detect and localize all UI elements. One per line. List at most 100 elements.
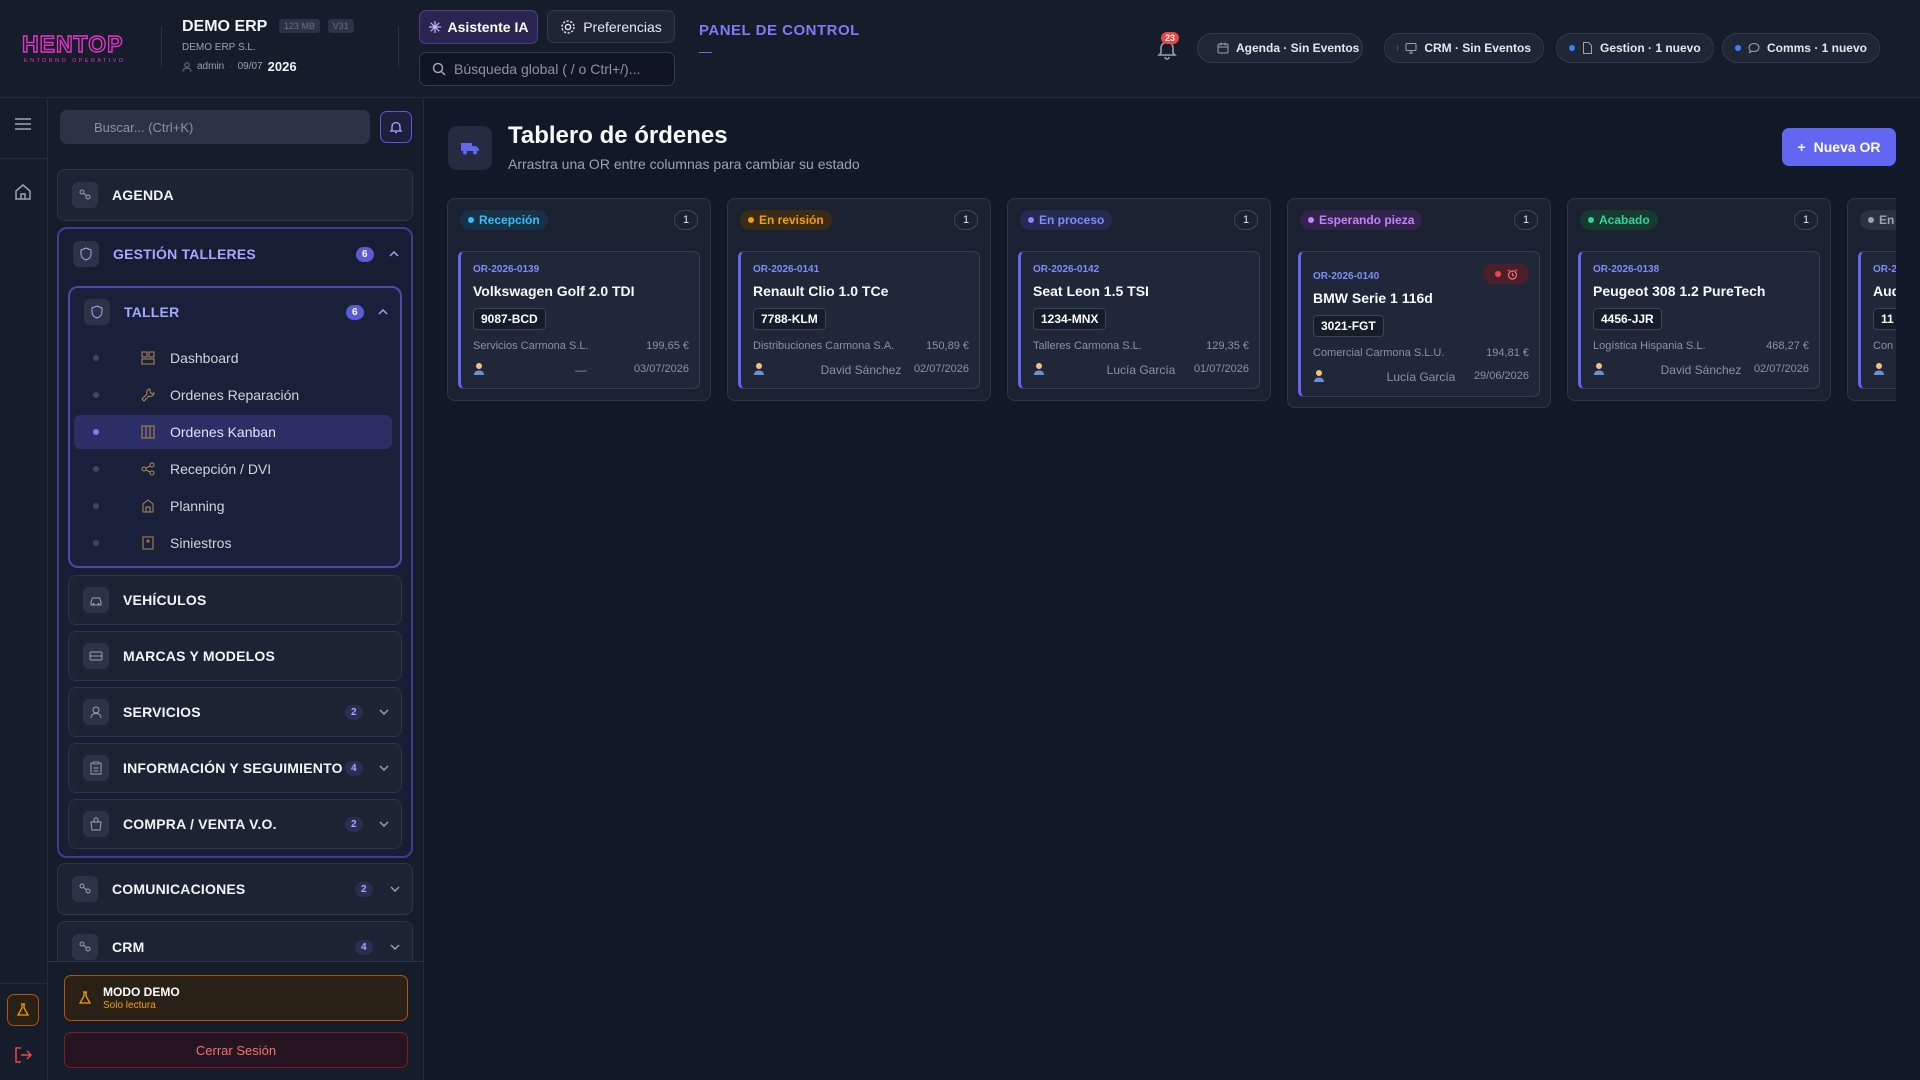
panel-title[interactable]: PANEL DE CONTROL	[699, 22, 860, 39]
divider	[161, 26, 162, 68]
sidebar-item-ordenes-kanban[interactable]: Ordenes Kanban	[74, 415, 392, 449]
status-dot	[1735, 45, 1741, 51]
chevron-down-icon	[390, 944, 400, 950]
page-subtitle: Arrastra una OR entre columnas para camb…	[508, 156, 860, 172]
agenda-icon	[72, 182, 98, 208]
status-badge: Recepción	[460, 210, 548, 230]
order-card[interactable]: OR-2 Aud 11 Con	[1858, 251, 1896, 389]
logout-button[interactable]: Cerrar Sesión	[64, 1032, 408, 1068]
order-date: 03/07/2026	[633, 363, 689, 375]
order-price: 199,65 €	[646, 340, 689, 352]
nav-compra-venta[interactable]: COMPRA / VENTA V.O. 2	[68, 799, 402, 849]
nav-informacion-seguimiento[interactable]: INFORMACIÓN Y SEGUIMIENTO 4	[68, 743, 402, 793]
divider	[398, 26, 399, 68]
crm-icon	[72, 934, 98, 960]
alarm-badge[interactable]	[1483, 264, 1529, 284]
chevron-down-icon	[379, 765, 389, 771]
client-name: Con	[1873, 340, 1894, 352]
nav-comunicaciones[interactable]: COMUNICACIONES 2	[57, 863, 413, 915]
home-icon[interactable]	[13, 182, 33, 202]
order-date: 02/07/2026	[1753, 363, 1809, 375]
sidebar-item-ordenes-reparacion[interactable]: Ordenes Reparación	[74, 378, 392, 412]
hentop-logo[interactable]: HENTOP ENTORNO OPERATIVO	[22, 32, 144, 64]
divider	[0, 158, 48, 159]
bullet	[93, 503, 99, 509]
bullet	[93, 355, 99, 361]
status-dot	[1569, 45, 1575, 51]
flask-icon[interactable]	[7, 994, 39, 1026]
nav-informacion-count: 4	[345, 760, 363, 776]
technician-avatar-icon	[1033, 362, 1045, 376]
nav-servicios[interactable]: SERVICIOS 2	[68, 687, 402, 737]
flag-icon	[141, 536, 155, 550]
user-icon	[182, 61, 192, 72]
sidebar-search-input[interactable]	[94, 119, 354, 135]
dashboard-icon	[141, 351, 155, 365]
preferences-button[interactable]: Preferencias	[547, 10, 675, 43]
sidebar-item-siniestros[interactable]: Siniestros	[74, 526, 392, 560]
order-price: 194,81 €	[1486, 347, 1529, 359]
sidebar-bell-icon[interactable]	[380, 111, 412, 143]
sidebar-search[interactable]	[60, 110, 370, 144]
nav-vehiculos[interactable]: VEHÍCULOS	[68, 575, 402, 625]
pill-gestion[interactable]: Gestion · 1 nuevo	[1556, 33, 1714, 63]
order-id[interactable]: OR-2026-0138	[1593, 264, 1659, 275]
kanban-column: En revisión 1 OR-2026-0141 Renault Clio …	[727, 198, 991, 401]
order-id[interactable]: OR-2026-0140	[1313, 271, 1379, 282]
sidebar-item-dashboard[interactable]: Dashboard	[74, 341, 392, 375]
order-card[interactable]: OR-2026-0141 Renault Clio 1.0 TCe 7788-K…	[738, 251, 980, 389]
order-card[interactable]: OR-2026-0142 Seat Leon 1.5 TSI 1234-MNX …	[1018, 251, 1260, 389]
monitor-icon	[1405, 42, 1417, 54]
order-card[interactable]: OR-2026-0138 Peugeot 308 1.2 PureTech 44…	[1578, 251, 1820, 389]
pill-comms[interactable]: Comms · 1 nuevo	[1722, 33, 1880, 63]
document-icon	[1582, 42, 1593, 54]
bullet	[93, 540, 99, 546]
pill-crm[interactable]: CRM · Sin Eventos	[1384, 33, 1544, 63]
license-plate: 7788-KLM	[753, 308, 826, 330]
services-icon	[83, 699, 109, 725]
vehicle-model: BMW Serie 1 116d	[1313, 290, 1433, 306]
nav-agenda[interactable]: AGENDA	[57, 169, 413, 221]
hamburger-menu-icon[interactable]	[13, 116, 33, 132]
status-badge: Esperando pieza	[1300, 210, 1423, 230]
nav-agenda-label: AGENDA	[112, 187, 174, 203]
status-label: Esperando pieza	[1319, 213, 1415, 227]
sidebar-item-planning[interactable]: Planning	[74, 489, 392, 523]
order-card[interactable]: OR-2026-0140 BMW Serie 1 116d 3021-FGT C…	[1298, 251, 1540, 397]
pill-agenda[interactable]: Agenda · Sin Eventos	[1197, 33, 1363, 63]
nav-gestion-talleres[interactable]: GESTIÓN TALLERES 6	[59, 229, 411, 279]
column-count: 1	[674, 210, 698, 230]
logout-icon[interactable]	[13, 1045, 33, 1065]
calendar-icon	[1217, 42, 1229, 54]
nav-marcas-modelos[interactable]: MARCAS Y MODELOS	[68, 631, 402, 681]
bullet	[93, 429, 99, 435]
username: admin	[197, 61, 225, 72]
nav-servicios-label: SERVICIOS	[123, 704, 201, 720]
svg-text:HENTOP: HENTOP	[22, 32, 123, 57]
order-price: 468,27 €	[1766, 340, 1809, 352]
gear-icon	[560, 19, 576, 35]
nav-compra-count: 2	[345, 816, 363, 832]
technician-name: —	[575, 363, 587, 377]
order-id[interactable]: OR-2	[1873, 264, 1896, 275]
sidebar-item-label: Recepción / DVI	[170, 461, 272, 477]
new-order-button[interactable]: + Nueva OR	[1782, 128, 1896, 166]
pill-agenda-label: Agenda · Sin Eventos	[1236, 41, 1360, 55]
vehicle-model: Renault Clio 1.0 TCe	[753, 283, 889, 299]
ai-assistant-button[interactable]: Asistente IA	[419, 10, 538, 44]
nav-crm-count: 4	[355, 939, 373, 955]
global-search-input[interactable]	[454, 61, 664, 77]
nav-taller[interactable]: TALLER 6	[70, 288, 400, 336]
pill-crm-label: CRM · Sin Eventos	[1424, 41, 1531, 55]
order-card[interactable]: OR-2026-0139 Volkswagen Golf 2.0 TDI 908…	[458, 251, 700, 389]
kanban-column: En proceso 1 OR-2026-0142 Seat Leon 1.5 …	[1007, 198, 1271, 401]
nav-marcas-label: MARCAS Y MODELOS	[123, 648, 276, 664]
sidebar-item-recepcion-dvi[interactable]: Recepción / DVI	[74, 452, 392, 486]
license-plate: 9087-BCD	[473, 308, 546, 330]
status-label: Recepción	[479, 213, 540, 227]
truck-icon	[448, 126, 492, 170]
order-id[interactable]: OR-2026-0142	[1033, 264, 1099, 275]
order-id[interactable]: OR-2026-0139	[473, 264, 539, 275]
global-search[interactable]	[419, 52, 675, 86]
order-id[interactable]: OR-2026-0141	[753, 264, 819, 275]
